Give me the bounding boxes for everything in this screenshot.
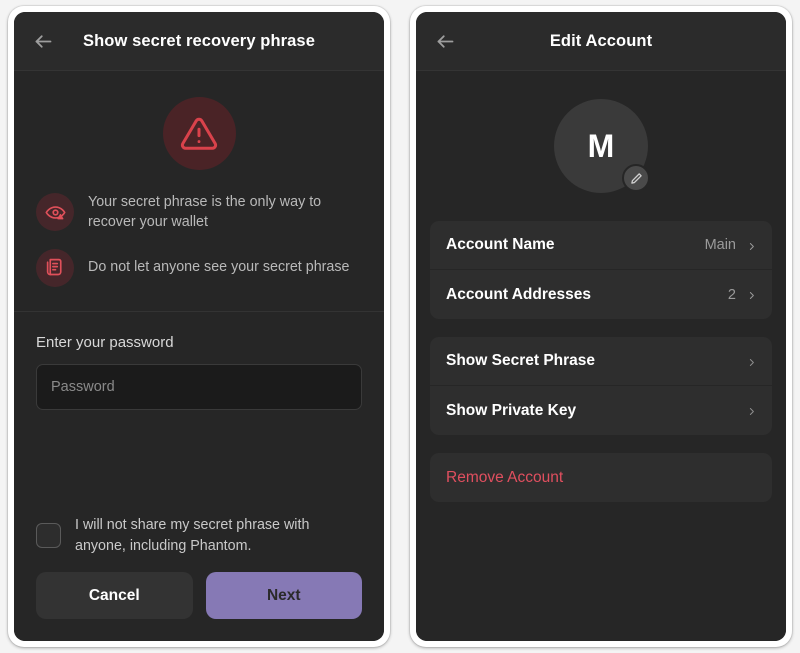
avatar[interactable]: M (554, 99, 650, 193)
row-show-private-key[interactable]: Show Private Key (430, 386, 772, 435)
agreement-checkbox[interactable] (36, 523, 61, 549)
pencil-icon (630, 172, 643, 185)
left-body: Your secret phrase is the only way to re… (14, 71, 384, 641)
warning-text: Do not let anyone see your secret phrase (88, 259, 350, 276)
row-show-secret-phrase[interactable]: Show Secret Phrase (430, 337, 772, 386)
row-label: Account Name (446, 236, 555, 253)
page-title: Show secret recovery phrase (83, 31, 315, 50)
row-remove-account[interactable]: Remove Account (430, 453, 772, 502)
page-title: Edit Account (549, 31, 653, 50)
right-header-bar: Edit Account (416, 12, 786, 71)
chevron-right-icon (747, 403, 756, 418)
arrow-left-icon (33, 31, 54, 52)
document-warning-icon (36, 248, 74, 287)
row-account-name[interactable]: Account Name Main (430, 221, 772, 270)
warnings-section: Your secret phrase is the only way to re… (14, 71, 384, 312)
hero-warning-wrap (36, 97, 362, 170)
warning-row: Do not let anyone see your secret phrase (36, 248, 362, 287)
row-label: Account Addresses (446, 285, 591, 303)
row-value: Main (704, 237, 736, 253)
danger-group: Remove Account (430, 453, 772, 502)
avatar-initial: M (587, 127, 615, 164)
back-button[interactable] (28, 26, 58, 56)
warning-triangle-icon (162, 97, 236, 170)
next-button[interactable]: Next (205, 572, 362, 619)
action-button-row: Cancel Next (14, 572, 384, 641)
agreement-label: I will not share my secret phrase with a… (75, 517, 310, 554)
back-button[interactable] (430, 26, 460, 56)
row-label: Show Private Key (446, 401, 577, 419)
show-recovery-phrase-screen: Show secret recovery phrase Your secret … (14, 12, 384, 641)
password-label: Enter your password (36, 333, 174, 351)
password-section: Enter your password (14, 312, 384, 410)
agreement-checkbox-row[interactable]: I will not share my secret phrase with a… (14, 515, 384, 572)
flex-spacer (14, 410, 384, 516)
eye-warning-icon (36, 193, 74, 232)
warning-row: Your secret phrase is the only way to re… (36, 192, 362, 233)
security-group: Show Secret Phrase Show Private Key (430, 337, 772, 435)
account-info-group: Account Name Main Account Addresses 2 (430, 221, 772, 319)
arrow-left-icon (435, 31, 456, 52)
left-phone-frame: Show secret recovery phrase Your secret … (8, 6, 390, 647)
cancel-button[interactable]: Cancel (36, 572, 193, 619)
edit-account-screen: Edit Account M Account Name Main Account… (416, 12, 786, 641)
row-account-addresses[interactable]: Account Addresses 2 (430, 270, 772, 319)
password-input[interactable] (36, 363, 362, 410)
avatar-edit-button[interactable] (622, 164, 650, 192)
chevron-right-icon (747, 238, 756, 253)
row-value: 2 (727, 286, 736, 303)
chevron-right-icon (747, 354, 756, 369)
left-header-bar: Show secret recovery phrase (14, 12, 384, 71)
row-label: Show Secret Phrase (446, 352, 596, 369)
chevron-right-icon (747, 287, 756, 302)
row-label: Remove Account (446, 468, 564, 486)
right-phone-frame: Edit Account M Account Name Main Account… (410, 6, 792, 647)
warning-text: Your secret phrase is the only way to re… (88, 194, 322, 231)
avatar-wrap: M (416, 99, 786, 193)
right-body: M Account Name Main Account Addresses 2 … (416, 71, 786, 641)
dual-screenshot-container: Show secret recovery phrase Your secret … (0, 0, 800, 653)
